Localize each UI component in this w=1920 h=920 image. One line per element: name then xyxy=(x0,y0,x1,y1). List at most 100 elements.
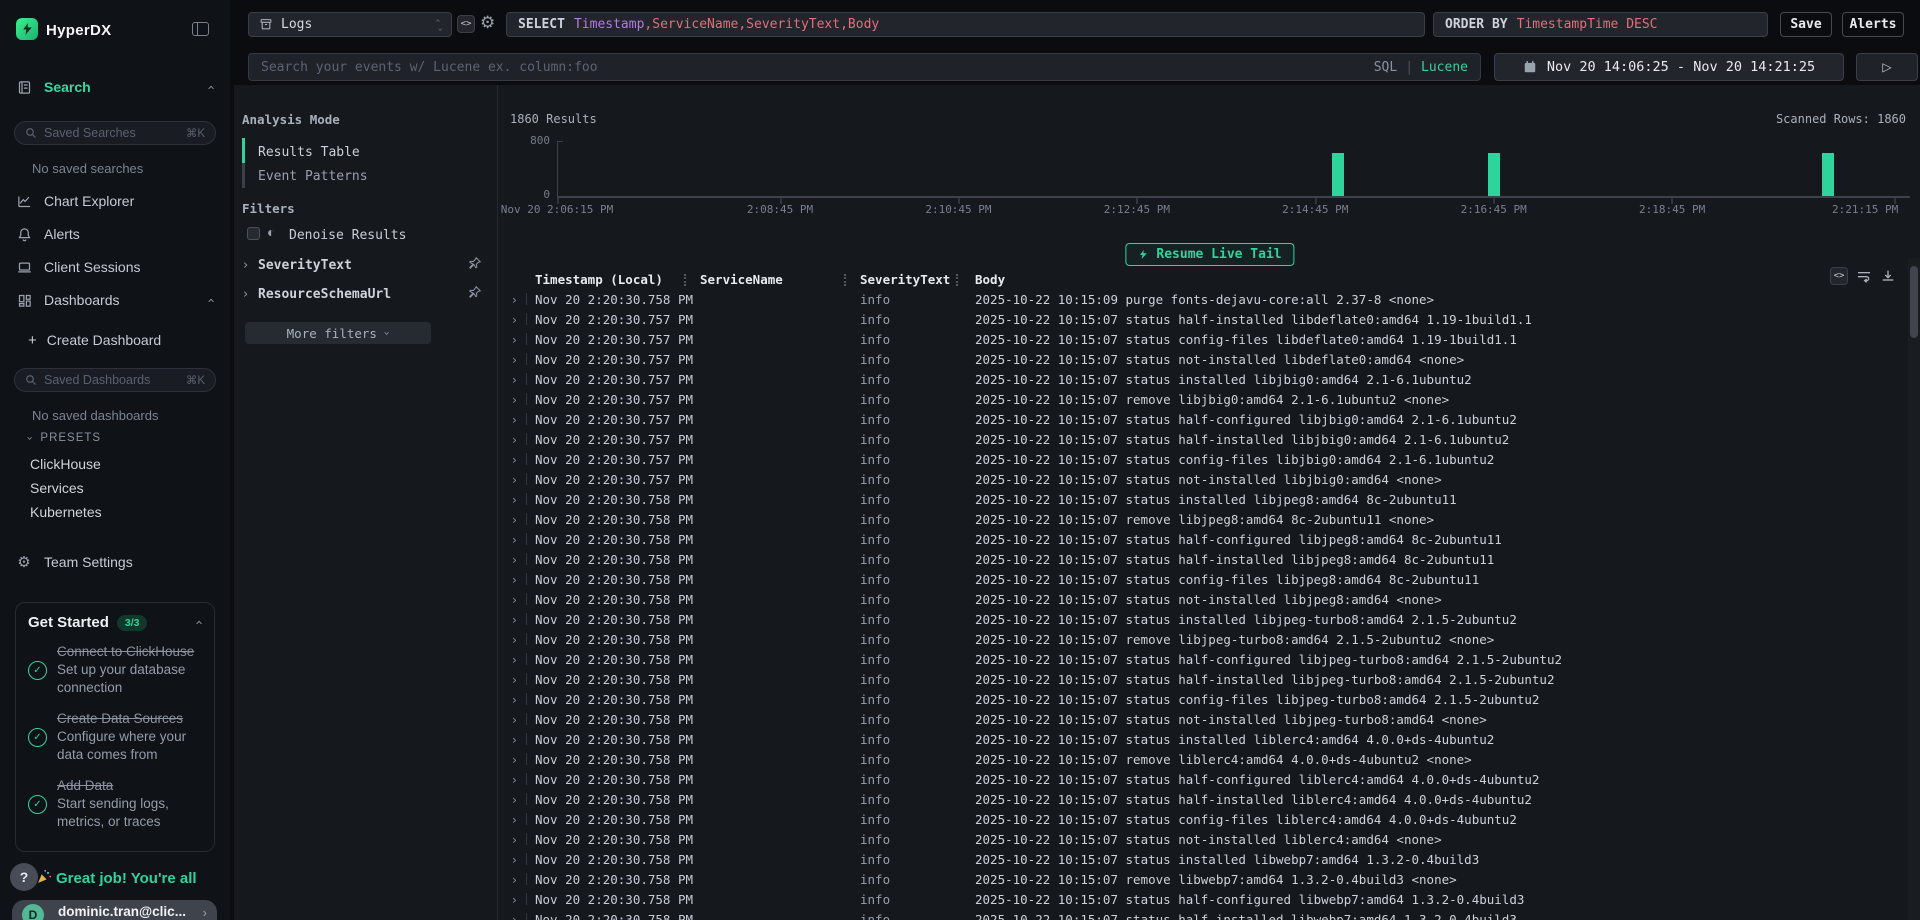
get-started-step[interactable]: ✓ Connect to ClickHouse Set up your data… xyxy=(28,643,202,697)
row-expander-icon[interactable]: › xyxy=(512,352,517,367)
create-dashboard-button[interactable]: + Create Dashboard xyxy=(28,332,161,348)
table-row[interactable]: ›Nov 20 2:20:30.758 PMinfo2025-10-22 10:… xyxy=(505,549,1908,569)
row-expander-icon[interactable]: › xyxy=(512,732,517,747)
row-expander-icon[interactable]: › xyxy=(512,812,517,827)
col-severitytext[interactable]: SeverityText xyxy=(860,272,950,287)
table-row[interactable]: ›Nov 20 2:20:30.757 PMinfo2025-10-22 10:… xyxy=(505,369,1908,389)
save-button[interactable]: Save xyxy=(1780,12,1832,37)
date-range-picker[interactable]: Nov 20 14:06:25 - Nov 20 14:21:25 xyxy=(1494,53,1844,81)
events-histogram[interactable] xyxy=(557,141,1910,198)
sidebar-item-chart-explorer[interactable]: Chart Explorer xyxy=(16,193,214,209)
col-servicename[interactable]: ServiceName xyxy=(700,272,783,287)
download-icon[interactable] xyxy=(1880,268,1896,284)
scrollbar-thumb[interactable] xyxy=(1910,266,1918,338)
filter-field-resourceschemaurl[interactable]: ResourceSchemaUrl xyxy=(258,287,391,302)
table-row[interactable]: ›Nov 20 2:20:30.758 PMinfo2025-10-22 10:… xyxy=(505,609,1908,629)
chevron-right-icon[interactable]: › xyxy=(243,259,248,272)
table-row[interactable]: ›Nov 20 2:20:30.757 PMinfo2025-10-22 10:… xyxy=(505,349,1908,369)
preset-clickhouse[interactable]: ClickHouse xyxy=(30,456,101,472)
row-expander-icon[interactable]: › xyxy=(512,592,517,607)
row-expander-icon[interactable]: › xyxy=(512,292,517,307)
column-resize-handle[interactable] xyxy=(684,274,686,286)
row-expander-icon[interactable]: › xyxy=(512,392,517,407)
code-view-icon[interactable]: <> xyxy=(457,15,475,33)
row-expander-icon[interactable]: › xyxy=(512,452,517,467)
column-resize-handle[interactable] xyxy=(956,274,958,286)
table-row[interactable]: ›Nov 20 2:20:30.758 PMinfo2025-10-22 10:… xyxy=(505,889,1908,909)
row-expander-icon[interactable]: › xyxy=(512,832,517,847)
sidebar-item-dashboards[interactable]: Dashboards › xyxy=(16,292,214,308)
table-row[interactable]: ›Nov 20 2:20:30.758 PMinfo2025-10-22 10:… xyxy=(505,809,1908,829)
pin-icon[interactable] xyxy=(468,285,482,299)
sidebar-collapse-icon[interactable] xyxy=(192,22,209,36)
chevron-up-icon[interactable]: › xyxy=(193,620,206,625)
row-expander-icon[interactable]: › xyxy=(512,792,517,807)
table-row[interactable]: ›Nov 20 2:20:30.758 PMinfo2025-10-22 10:… xyxy=(505,489,1908,509)
user-menu[interactable]: D dominic.tran@clic... dominic.tran@clic… xyxy=(12,900,217,920)
row-expander-icon[interactable]: › xyxy=(512,912,517,920)
filter-field-severitytext[interactable]: SeverityText xyxy=(258,258,352,273)
row-expander-icon[interactable]: › xyxy=(512,612,517,627)
table-row[interactable]: ›Nov 20 2:20:30.757 PMinfo2025-10-22 10:… xyxy=(505,449,1908,469)
chevron-up-icon[interactable]: › xyxy=(205,297,218,302)
row-expander-icon[interactable]: › xyxy=(512,692,517,707)
table-row[interactable]: ›Nov 20 2:20:30.757 PMinfo2025-10-22 10:… xyxy=(505,389,1908,409)
sidebar-item-alerts[interactable]: Alerts xyxy=(16,226,214,242)
gear-icon[interactable]: ⚙ xyxy=(480,13,495,33)
sidebar-item-team-settings[interactable]: ⚙ Team Settings xyxy=(16,553,214,571)
table-row[interactable]: ›Nov 20 2:20:30.758 PMinfo2025-10-22 10:… xyxy=(505,769,1908,789)
table-row[interactable]: ›Nov 20 2:20:30.758 PMinfo2025-10-22 10:… xyxy=(505,589,1908,609)
table-row[interactable]: ›Nov 20 2:20:30.758 PMinfo2025-10-22 10:… xyxy=(505,509,1908,529)
sidebar-item-client-sessions[interactable]: Client Sessions xyxy=(16,259,214,275)
search-input[interactable] xyxy=(261,60,1366,75)
select-clause-input[interactable]: SELECT Timestamp ,ServiceName,SeverityTe… xyxy=(506,12,1425,37)
table-row[interactable]: ›Nov 20 2:20:30.758 PMinfo2025-10-22 10:… xyxy=(505,669,1908,689)
row-expander-icon[interactable]: › xyxy=(512,712,517,727)
saved-dashboards-input[interactable]: Saved Dashboards ⌘K xyxy=(14,368,216,392)
row-expander-icon[interactable]: › xyxy=(512,652,517,667)
table-row[interactable]: ›Nov 20 2:20:30.758 PMinfo2025-10-22 10:… xyxy=(505,649,1908,669)
row-expander-icon[interactable]: › xyxy=(512,552,517,567)
table-row[interactable]: ›Nov 20 2:20:30.758 PMinfo2025-10-22 10:… xyxy=(505,909,1908,920)
row-expander-icon[interactable]: › xyxy=(512,412,517,427)
table-row[interactable]: ›Nov 20 2:20:30.758 PMinfo2025-10-22 10:… xyxy=(505,869,1908,889)
table-row[interactable]: ›Nov 20 2:20:30.758 PMinfo2025-10-22 10:… xyxy=(505,569,1908,589)
row-expander-icon[interactable]: › xyxy=(512,572,517,587)
table-row[interactable]: ›Nov 20 2:20:30.758 PMinfo2025-10-22 10:… xyxy=(505,289,1908,309)
more-filters-button[interactable]: More filters › xyxy=(245,322,431,344)
preset-kubernetes[interactable]: Kubernetes xyxy=(30,504,102,520)
preset-services[interactable]: Services xyxy=(30,480,84,496)
text-wrap-icon[interactable] xyxy=(1856,268,1872,284)
chevron-up-icon[interactable]: › xyxy=(205,84,218,89)
help-button[interactable]: ? xyxy=(10,863,38,891)
denoise-label[interactable]: Denoise Results xyxy=(289,228,406,243)
table-row[interactable]: ›Nov 20 2:20:30.758 PMinfo2025-10-22 10:… xyxy=(505,749,1908,769)
lucene-toggle[interactable]: Lucene xyxy=(1421,60,1468,75)
get-started-step[interactable]: ✓ Create Data Sources Configure where yo… xyxy=(28,710,202,764)
table-row[interactable]: ›Nov 20 2:20:30.758 PMinfo2025-10-22 10:… xyxy=(505,689,1908,709)
get-started-step[interactable]: ✓ Add Data Start sending logs, metrics, … xyxy=(28,777,202,831)
row-expander-icon[interactable]: › xyxy=(512,872,517,887)
table-row[interactable]: ›Nov 20 2:20:30.757 PMinfo2025-10-22 10:… xyxy=(505,469,1908,489)
run-query-button[interactable]: ▷ xyxy=(1856,53,1918,81)
table-row[interactable]: ›Nov 20 2:20:30.758 PMinfo2025-10-22 10:… xyxy=(505,709,1908,729)
table-row[interactable]: ›Nov 20 2:20:30.758 PMinfo2025-10-22 10:… xyxy=(505,849,1908,869)
row-expander-icon[interactable]: › xyxy=(512,632,517,647)
row-expander-icon[interactable]: › xyxy=(512,752,517,767)
json-view-icon[interactable]: <> xyxy=(1830,267,1848,285)
orderby-input[interactable]: ORDER BY TimestampTime DESC xyxy=(1433,12,1768,37)
row-expander-icon[interactable]: › xyxy=(512,432,517,447)
col-timestamp[interactable]: Timestamp (Local) xyxy=(535,272,663,287)
pin-icon[interactable] xyxy=(468,256,482,270)
table-row[interactable]: ›Nov 20 2:20:30.757 PMinfo2025-10-22 10:… xyxy=(505,309,1908,329)
presets-toggle[interactable]: › PRESETS xyxy=(28,432,101,444)
row-expander-icon[interactable]: › xyxy=(512,332,517,347)
chevron-right-icon[interactable]: › xyxy=(243,288,248,301)
row-expander-icon[interactable]: › xyxy=(512,892,517,907)
table-row[interactable]: ›Nov 20 2:20:30.757 PMinfo2025-10-22 10:… xyxy=(505,329,1908,349)
row-expander-icon[interactable]: › xyxy=(512,772,517,787)
table-row[interactable]: ›Nov 20 2:20:30.758 PMinfo2025-10-22 10:… xyxy=(505,529,1908,549)
scrollbar[interactable] xyxy=(1908,258,1920,920)
table-row[interactable]: ›Nov 20 2:20:30.758 PMinfo2025-10-22 10:… xyxy=(505,829,1908,849)
row-expander-icon[interactable]: › xyxy=(512,472,517,487)
